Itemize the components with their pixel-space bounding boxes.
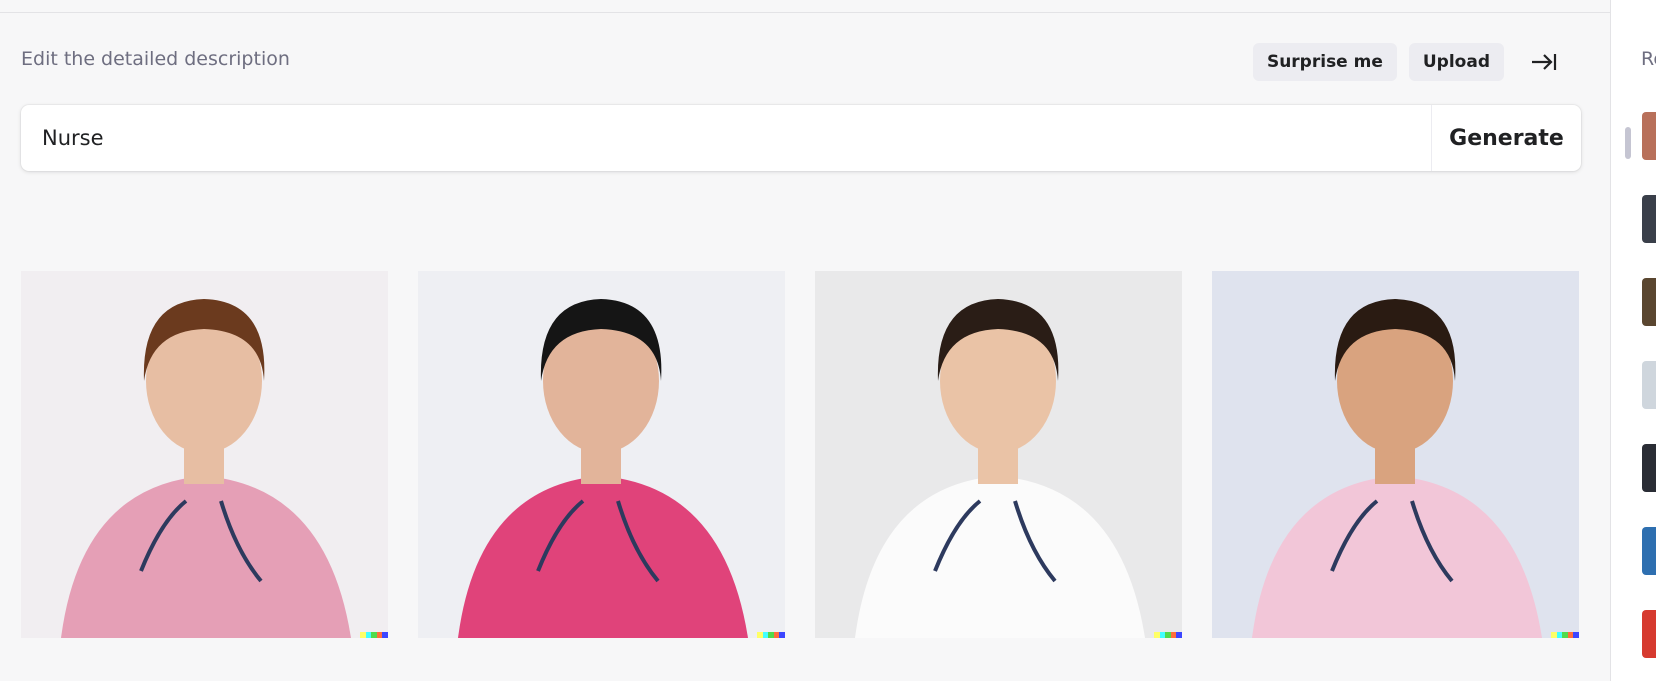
prompt-bar: Generate xyxy=(21,105,1581,171)
surprise-me-button[interactable]: Surprise me xyxy=(1252,43,1397,81)
ai-signature-strip xyxy=(1154,632,1182,638)
nurse-photo xyxy=(418,271,785,638)
collapse-sidebar-button[interactable] xyxy=(1524,43,1564,81)
history-thumbnail[interactable] xyxy=(1642,444,1656,492)
history-thumbnail[interactable] xyxy=(1642,112,1656,160)
nurse-photo xyxy=(21,271,388,638)
history-thumbnail[interactable] xyxy=(1642,361,1656,409)
nurse-photo xyxy=(1212,271,1579,638)
header-actions: Surprise me Upload xyxy=(1252,43,1564,81)
top-border xyxy=(0,0,1610,13)
description-label: Edit the detailed description xyxy=(21,48,290,70)
ai-signature-strip xyxy=(360,632,388,638)
history-thumbnail[interactable] xyxy=(1642,527,1656,575)
sidebar-title: Recent xyxy=(1641,48,1656,70)
upload-button[interactable]: Upload xyxy=(1408,43,1504,81)
nurse-image-4[interactable] xyxy=(1212,271,1579,638)
nurse-image-3[interactable] xyxy=(815,271,1182,638)
history-thumbnail[interactable] xyxy=(1642,278,1656,326)
generate-button[interactable]: Generate xyxy=(1431,105,1581,171)
main-panel: Edit the detailed description Surprise m… xyxy=(0,13,1610,681)
sidebar-scrollbar[interactable] xyxy=(1625,127,1631,159)
ai-signature-strip xyxy=(1551,632,1579,638)
nurse-photo xyxy=(815,271,1182,638)
history-thumbnail[interactable] xyxy=(1642,610,1656,658)
nurse-image-2[interactable] xyxy=(418,271,785,638)
nurse-image-1[interactable] xyxy=(21,271,388,638)
results-grid xyxy=(21,271,1579,638)
arrow-right-to-bar-icon xyxy=(1532,54,1557,70)
history-thumbnail[interactable] xyxy=(1642,195,1656,243)
prompt-input[interactable] xyxy=(21,105,1431,171)
history-sidebar: Recent xyxy=(1610,0,1656,681)
ai-signature-strip xyxy=(757,632,785,638)
